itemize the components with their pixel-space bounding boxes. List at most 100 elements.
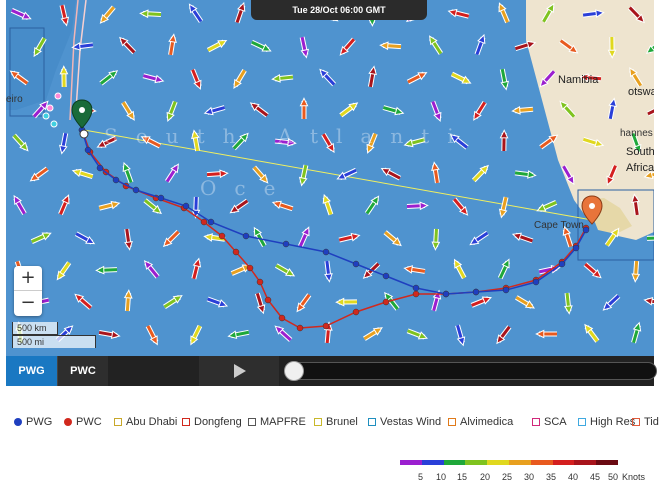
pwc-track-point [352, 308, 360, 316]
play-icon [234, 364, 246, 378]
legend-label: PWG [26, 416, 53, 428]
race-map[interactable]: South Atlanti Oce Namibia otswa hannes S… [6, 0, 654, 356]
tab-pwg[interactable]: PWG [6, 356, 57, 386]
pwc-track-point [246, 264, 254, 272]
zoom-out-button[interactable]: − [14, 291, 42, 316]
wind-speed-swatch [400, 460, 422, 465]
pwg-track-point [207, 218, 215, 226]
pwg-track-point [182, 202, 190, 210]
wind-speed-swatch [487, 460, 509, 465]
legend-marker-icon [248, 418, 256, 426]
play-button[interactable] [199, 356, 279, 386]
legend-label: PWC [76, 416, 102, 428]
tab-pwc[interactable]: PWC [57, 356, 108, 386]
place-label-botswana: otswa [628, 86, 654, 98]
pwg-track-point [442, 290, 450, 298]
place-label-johannesburg: hannes [620, 128, 653, 139]
pwg-track-point [322, 248, 330, 256]
wind-speed-swatch [443, 460, 466, 465]
place-label-cape-town: Cape Town [534, 220, 584, 231]
wind-speed-scale: 5 10 15 20 25 30 35 40 45 50 Knots [400, 460, 660, 490]
wind-speed-swatch [465, 460, 488, 465]
timeline-slider[interactable] [284, 361, 657, 381]
boat-point [54, 92, 62, 100]
wind-speed-swatch [596, 460, 618, 465]
scale-km: 500 km [12, 322, 58, 335]
pwg-track-point [502, 286, 510, 294]
start-point [79, 129, 89, 139]
wind-speed-label: 10 [436, 472, 447, 482]
place-label-south: South [626, 146, 654, 158]
boat-point [46, 104, 54, 112]
legend: PWG PWC Abu Dhabi Dongfeng MAPFRE Brunel Vesta… [0, 412, 660, 432]
legend-marker-icon [114, 418, 122, 426]
pwc-track-point [296, 324, 304, 332]
pwc-track-point [232, 248, 240, 256]
pwg-track-point [412, 284, 420, 292]
pwc-track-point [412, 290, 420, 298]
wind-speed-label: 35 [546, 472, 557, 482]
legend-item-sca[interactable]: SCA [532, 416, 567, 428]
legend-item-tid[interactable]: Tid [632, 416, 659, 428]
pwg-track-point [132, 186, 140, 194]
pwg-track-point [112, 176, 120, 184]
legend-marker-icon [64, 418, 72, 426]
pwc-track-point [200, 218, 208, 226]
wind-speed-label: 5 [418, 472, 424, 482]
legend-label: Alvimedica [460, 416, 514, 428]
wind-speed-label: 45 [590, 472, 601, 482]
place-label-namibia: Namibia [558, 74, 599, 86]
pwc-track-point [256, 278, 264, 286]
pwc-track-point [278, 314, 286, 322]
pwc-track-point [382, 298, 390, 306]
legend-label: Vestas Wind [380, 416, 442, 428]
pwg-track-point [382, 272, 390, 280]
legend-marker-icon [532, 418, 540, 426]
legend-item-alvimedica[interactable]: Alvimedica [448, 416, 513, 428]
pwg-track-point [582, 226, 590, 234]
legend-item-vestas-wind[interactable]: Vestas Wind [368, 416, 441, 428]
start-marker-dot [79, 107, 85, 113]
map-canvas[interactable] [6, 0, 654, 356]
ocean-label-south-atlantic: South Atlanti [104, 124, 472, 148]
legend-label: Tid [644, 416, 659, 428]
pwc-track-point [264, 296, 272, 304]
legend-label: Abu Dhabi [126, 416, 178, 428]
legend-item-abu-dhabi[interactable]: Abu Dhabi [114, 416, 177, 428]
legend-label: MAPFRE [260, 416, 306, 428]
legend-item-brunel[interactable]: Brunel [314, 416, 358, 428]
pwg-track-point [96, 164, 104, 172]
wind-speed-color-bar [400, 460, 618, 465]
legend-marker-icon [368, 418, 376, 426]
pwc-track-point [322, 322, 330, 330]
pwg-track-point [352, 260, 360, 268]
pwg-track-point [157, 194, 165, 202]
legend-label: Brunel [326, 416, 358, 428]
boat-point [50, 120, 58, 128]
legend-marker-icon [632, 418, 640, 426]
pwg-track-point [558, 260, 566, 268]
legend-item-high-res[interactable]: High Res [578, 416, 635, 428]
wind-speed-label: 30 [524, 472, 535, 482]
pwc-track-point [218, 232, 226, 240]
zoom-control: + − [14, 266, 42, 316]
legend-item-pwc[interactable]: PWC [64, 416, 102, 428]
legend-label: SCA [544, 416, 567, 428]
legend-marker-icon [14, 418, 22, 426]
legend-marker-icon [182, 418, 190, 426]
legend-item-mapfre[interactable]: MAPFRE [248, 416, 306, 428]
wind-speed-swatch [421, 460, 444, 465]
wind-speed-label: 40 [568, 472, 579, 482]
wind-speed-label: 25 [502, 472, 513, 482]
legend-item-pwg[interactable]: PWG [14, 416, 52, 428]
timeline-slider-handle[interactable] [284, 361, 304, 381]
place-label-rio: eiro [6, 94, 23, 105]
legend-item-dongfeng[interactable]: Dongfeng [182, 416, 242, 428]
zoom-in-button[interactable]: + [14, 266, 42, 291]
pwg-track-point [532, 278, 540, 286]
pwg-track-point [242, 232, 250, 240]
ocean-label-ocean: Oce [200, 176, 294, 200]
scale-mi: 500 mi [12, 335, 96, 348]
pwg-track-point [572, 244, 580, 252]
legend-label: High Res [590, 416, 636, 428]
